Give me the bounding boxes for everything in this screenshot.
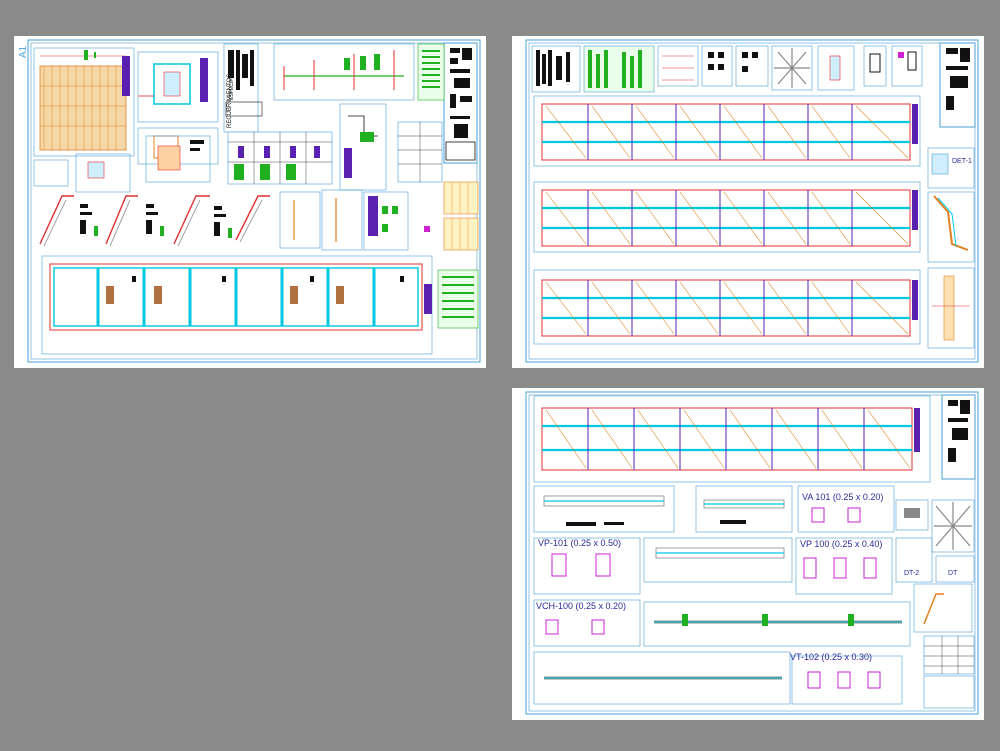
sheet-a-vertical-title-2: ESPECIFICACIONES xyxy=(229,51,235,100)
sheet-b-framing-plans: DET-1 xyxy=(512,36,984,368)
beam-label-vt102: VT-102 (0.25 x 0.30) xyxy=(790,652,873,662)
sheet-b-drawing xyxy=(525,39,979,363)
sheet-b-side-label: DET-1 xyxy=(952,158,972,165)
framing-plan-3 xyxy=(533,269,921,345)
beam-label-vp100: VP 100 (0.25 x 0.40) xyxy=(800,539,883,549)
framing-plan-2 xyxy=(533,181,921,253)
canvas: { "sheets": { "sheet_a": { "number": "A1… xyxy=(0,0,1000,751)
sheet-c-drawing xyxy=(525,391,979,715)
beam-label-vp101: VP-101 (0.25 x 0.50) xyxy=(538,538,622,548)
sheet-c-beam-details: VA 101 (0.25 x 0.20) VP-101 (0.25 x 0.50… xyxy=(512,388,984,720)
sheet-a-number: A1 xyxy=(18,45,29,58)
detail-label-dt2: DT-2 xyxy=(904,570,920,577)
sheet-a-drawing xyxy=(27,39,481,363)
framing-plan-1 xyxy=(533,95,921,167)
sheet-a-structural-drawing: A1 RECUBRIMIENTOS ESPECIFICACIONES xyxy=(14,36,486,368)
beam-label-vch100: VCH-100 (0.25 x 0.20) xyxy=(536,601,627,611)
beam-label-va101: VA 101 (0.25 x 0.20) xyxy=(802,492,884,502)
detail-label-dt: DT xyxy=(948,570,958,577)
